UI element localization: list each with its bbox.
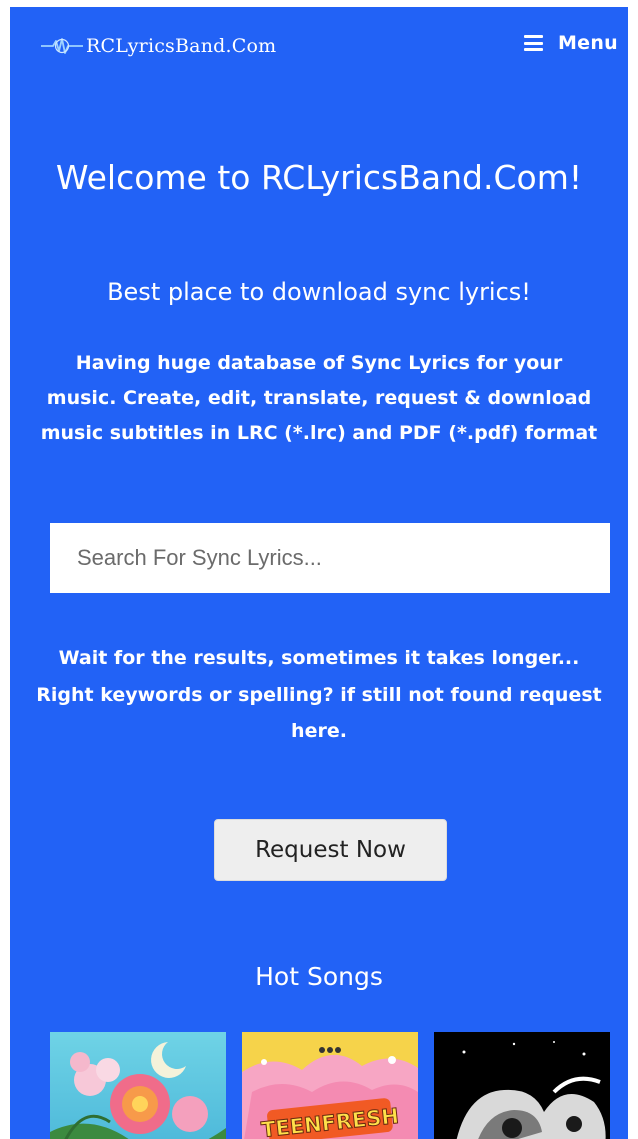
hot-song-card[interactable]: [50, 1032, 226, 1139]
menu-button[interactable]: Menu: [523, 29, 618, 57]
hero-subtitle: Best place to download sync lyrics!: [107, 278, 531, 306]
monochrome-album-cover: [434, 1032, 610, 1139]
hero-description: Having huge database of Sync Lyrics for …: [40, 352, 598, 444]
page-container: RCLyricsBand.Com Menu Welcome to RCLyric…: [10, 7, 628, 1139]
search-input[interactable]: [50, 523, 610, 593]
notice-wait-text: Wait for the results, sometimes it takes…: [58, 647, 580, 669]
hamburger-icon: [523, 35, 543, 51]
heartbeat-logo-icon: [41, 38, 83, 54]
menu-label: Menu: [557, 32, 618, 54]
search-notice: Wait for the results, sometimes it takes…: [30, 640, 608, 750]
hot-song-card[interactable]: [434, 1032, 610, 1139]
notice-request-text: Right keywords or spelling? if still not…: [36, 683, 602, 743]
hot-song-card[interactable]: TEENFRESH: [242, 1032, 418, 1139]
site-header: RCLyricsBand.Com Menu: [10, 7, 628, 85]
request-now-button[interactable]: Request Now: [214, 819, 447, 881]
floral-album-cover: [50, 1032, 226, 1139]
hero-title: Welcome to RCLyricsBand.Com!: [55, 158, 583, 197]
hot-songs-list: TEENFRESH: [50, 1032, 610, 1139]
hot-songs-title: Hot Songs: [255, 962, 383, 991]
teenfresh-album-cover: TEENFRESH: [242, 1032, 418, 1139]
site-logo[interactable]: RCLyricsBand.Com: [40, 31, 276, 61]
logo-text: RCLyricsBand.Com: [86, 35, 277, 57]
